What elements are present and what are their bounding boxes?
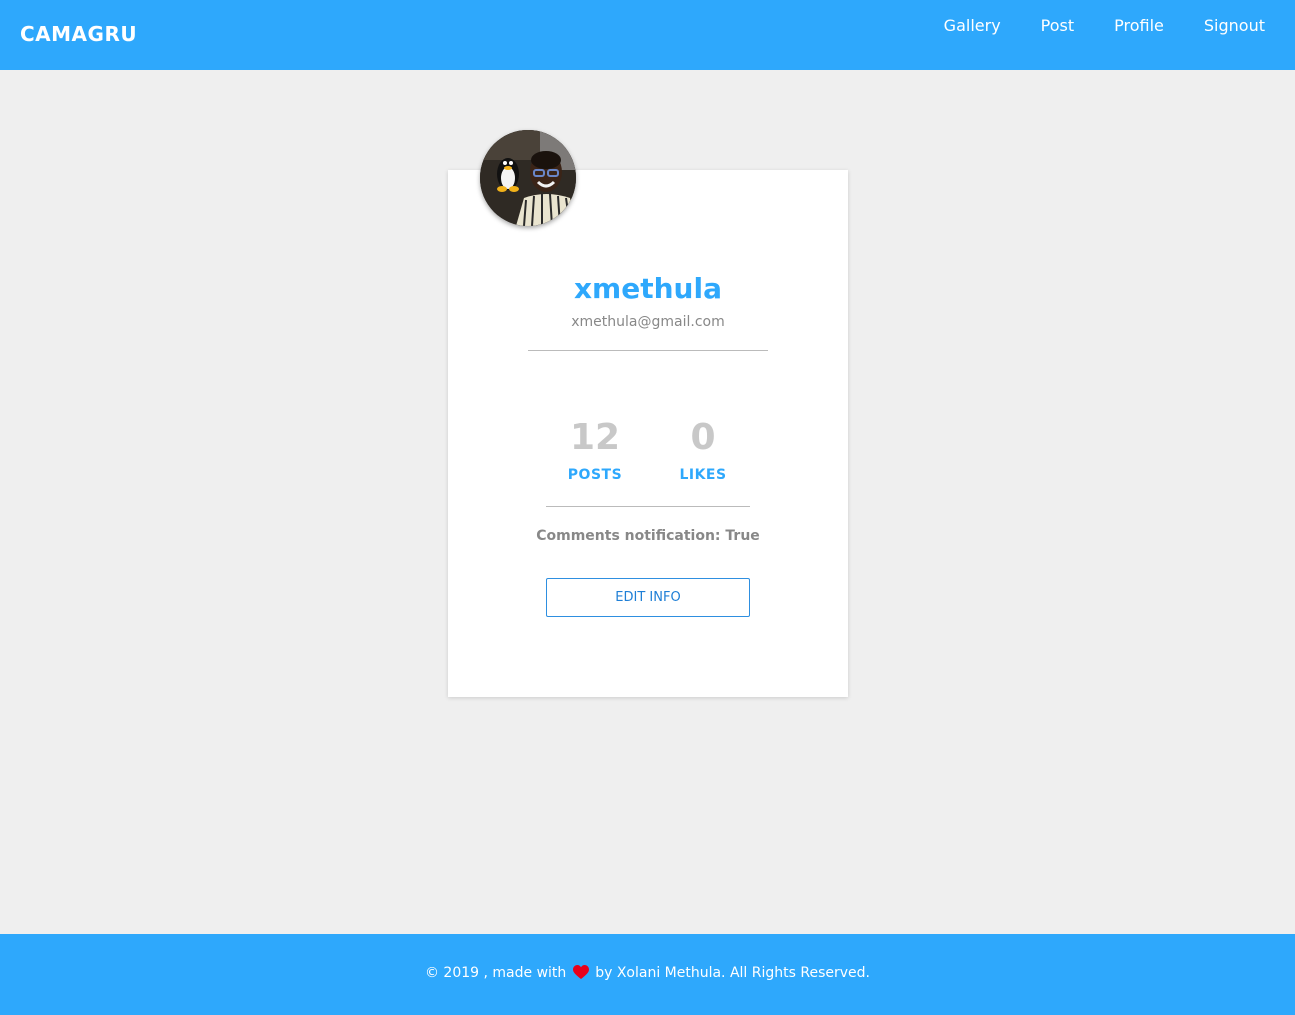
avatar-photo [480, 130, 576, 226]
footer-text-suffix: by Xolani Methula. All Rights Reserved. [595, 965, 870, 981]
nav-link-signout[interactable]: Signout [1204, 16, 1265, 35]
stat-likes: 0 LIKES [653, 415, 753, 483]
profile-card [448, 170, 848, 697]
posts-count: 12 [569, 417, 621, 458]
nav-link-post[interactable]: Post [1041, 16, 1074, 35]
likes-count: 0 [690, 417, 716, 458]
nav-link-profile[interactable]: Profile [1114, 16, 1164, 35]
footer-text: © 2019 , made with by Xolani Methula. Al… [0, 965, 1295, 984]
profile-username: xmethula [574, 272, 722, 305]
divider [528, 350, 768, 351]
profile-email: xmethula@gmail.com [571, 314, 725, 330]
heart-icon [572, 965, 589, 984]
stat-posts: 12 POSTS [545, 415, 645, 483]
edit-info-button[interactable]: EDIT INFO [546, 578, 750, 617]
likes-label: LIKES [679, 467, 727, 483]
nav-links: Gallery Post Profile Signout [944, 16, 1265, 35]
nav-link-gallery[interactable]: Gallery [944, 16, 1001, 35]
comments-notification-status: Comments notification: True [536, 528, 760, 544]
footer: © 2019 , made with by Xolani Methula. Al… [0, 934, 1295, 1015]
posts-label: POSTS [567, 467, 623, 483]
footer-text-prefix: © 2019 , made with [424, 965, 567, 981]
divider [546, 506, 750, 507]
top-navbar: CAMAGRU Gallery Post Profile Signout [0, 0, 1295, 70]
avatar [480, 130, 576, 226]
brand-logo[interactable]: CAMAGRU [20, 22, 137, 46]
